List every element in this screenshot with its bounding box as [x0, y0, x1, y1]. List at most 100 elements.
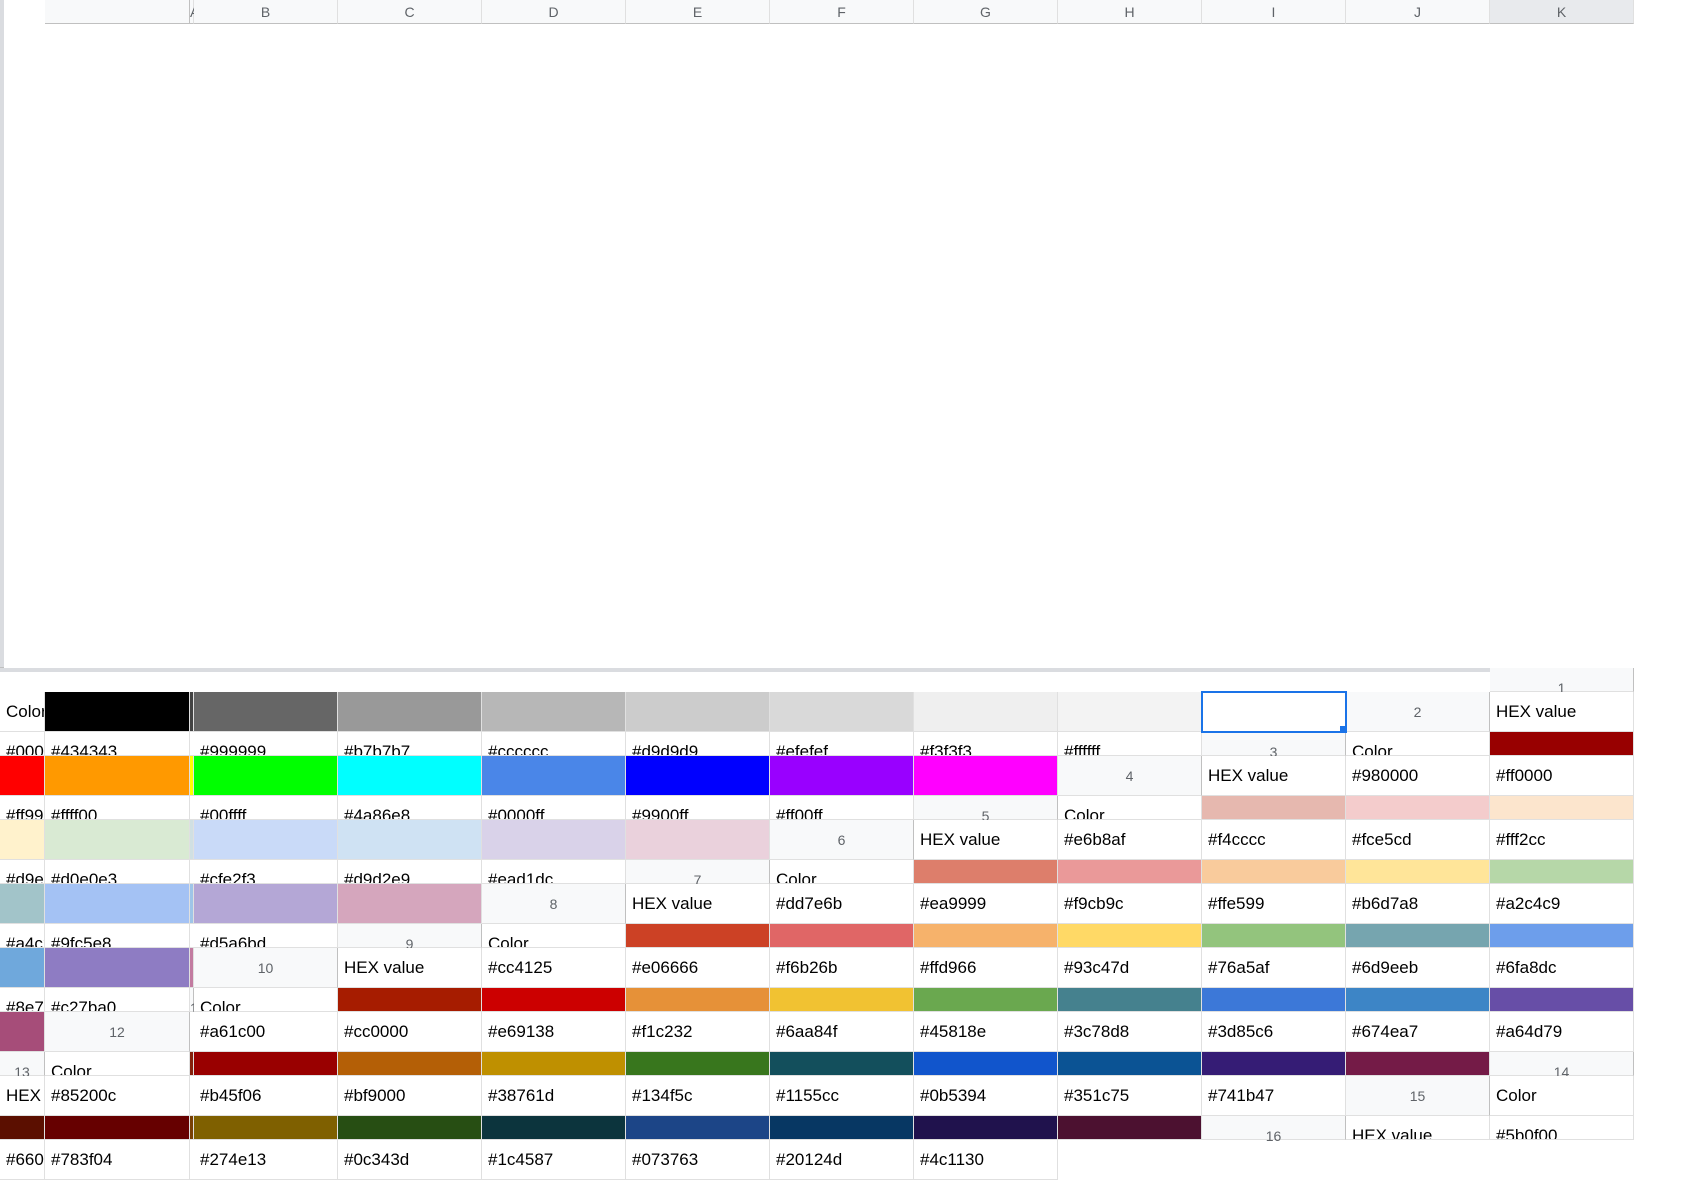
cell-D8[interactable]: #f9cb9c [1058, 884, 1202, 924]
cell-K15[interactable] [1058, 1116, 1202, 1140]
cell-J9[interactable] [45, 948, 190, 988]
cell-H9[interactable] [1490, 924, 1634, 948]
cell-G1[interactable] [626, 692, 770, 732]
cell-G15[interactable] [482, 1116, 626, 1140]
cell-E10[interactable]: #ffd966 [914, 948, 1058, 988]
cell-C13[interactable] [194, 1052, 338, 1076]
cell-H4[interactable]: #4a86e8 [338, 796, 482, 820]
row-header-15[interactable]: 15 [1346, 1076, 1490, 1116]
cell-C15[interactable] [45, 1116, 190, 1140]
cell-E8[interactable]: #ffe599 [1202, 884, 1346, 924]
spreadsheet-grid[interactable]: ABCDEFGHIJK1Color2HEX value#000000#43434… [0, 0, 1692, 1180]
cell-E11[interactable] [770, 988, 914, 1012]
cell-A11[interactable]: Color [194, 988, 338, 1012]
cell-G9[interactable] [1346, 924, 1490, 948]
cell-C3[interactable] [0, 756, 45, 796]
cell-F15[interactable] [338, 1116, 482, 1140]
cell-K6[interactable]: #ead1dc [482, 860, 626, 884]
cell-H16[interactable]: #1c4587 [482, 1140, 626, 1180]
cell-H13[interactable] [914, 1052, 1058, 1076]
cell-J16[interactable]: #20124d [770, 1140, 914, 1180]
cell-G3[interactable] [338, 756, 482, 796]
row-header-6[interactable]: 6 [770, 820, 914, 860]
cell-C8[interactable]: #ea9999 [914, 884, 1058, 924]
cell-F14[interactable]: #38761d [482, 1076, 626, 1116]
cell-B6[interactable]: #e6b8af [1058, 820, 1202, 860]
cell-K5[interactable] [626, 820, 770, 860]
cell-C16[interactable]: #660000 [0, 1140, 45, 1180]
cell-A10[interactable]: HEX value [338, 948, 482, 988]
cell-I14[interactable]: #0b5394 [914, 1076, 1058, 1116]
cell-A1[interactable]: Color [0, 692, 45, 732]
row-header-16[interactable]: 16 [1202, 1116, 1346, 1140]
cell-D4[interactable]: #ff9900 [0, 796, 45, 820]
cell-D10[interactable]: #f6b26b [770, 948, 914, 988]
cell-J14[interactable]: #351c75 [1058, 1076, 1202, 1116]
cell-I1[interactable] [914, 692, 1058, 732]
cell-K11[interactable] [0, 1012, 45, 1052]
cell-I13[interactable] [1058, 1052, 1202, 1076]
cell-G4[interactable]: #00ffff [194, 796, 338, 820]
cell-B12[interactable]: #a61c00 [194, 1012, 338, 1052]
cell-D5[interactable] [1490, 796, 1634, 820]
cell-E1[interactable] [338, 692, 482, 732]
row-header-3[interactable]: 3 [1202, 732, 1346, 756]
cell-G2[interactable]: #cccccc [482, 732, 626, 756]
cell-K7[interactable] [338, 884, 482, 924]
cell-F13[interactable] [626, 1052, 770, 1076]
cell-B7[interactable] [914, 860, 1058, 884]
cell-D7[interactable] [1202, 860, 1346, 884]
cell-G13[interactable] [770, 1052, 914, 1076]
cell-D9[interactable] [914, 924, 1058, 948]
cell-K4[interactable]: #ff00ff [770, 796, 914, 820]
cell-K8[interactable]: #d5a6bd [194, 924, 338, 948]
cell-K12[interactable]: #a64d79 [1490, 1012, 1634, 1052]
cell-B14[interactable]: #85200c [45, 1076, 190, 1116]
cell-A14[interactable]: HEX value [0, 1076, 45, 1116]
cell-J10[interactable]: #8e7cc3 [0, 988, 45, 1012]
cell-A9[interactable]: Color [482, 924, 626, 948]
cell-C11[interactable] [482, 988, 626, 1012]
row-header-10[interactable]: 10 [194, 948, 338, 988]
cell-E4[interactable]: #ffff00 [45, 796, 190, 820]
cell-J13[interactable] [1202, 1052, 1346, 1076]
cell-A6[interactable]: HEX value [914, 820, 1058, 860]
cell-I9[interactable] [0, 948, 45, 988]
cell-C10[interactable]: #e06666 [626, 948, 770, 988]
cell-G7[interactable] [0, 884, 45, 924]
cell-J1[interactable] [1058, 692, 1202, 732]
column-header-E[interactable]: E [626, 0, 770, 24]
column-header-K[interactable]: K [1490, 0, 1634, 24]
cell-I15[interactable] [770, 1116, 914, 1140]
cell-F3[interactable] [194, 756, 338, 796]
cell-A15[interactable]: Color [1490, 1076, 1634, 1116]
cell-H11[interactable] [1202, 988, 1346, 1012]
cell-B10[interactable]: #cc4125 [482, 948, 626, 988]
cell-F5[interactable] [45, 820, 190, 860]
column-header-G[interactable]: G [914, 0, 1058, 24]
cell-I12[interactable]: #3d85c6 [1202, 1012, 1346, 1052]
cell-B16[interactable]: #5b0f00 [1490, 1116, 1634, 1140]
cell-I16[interactable]: #073763 [626, 1140, 770, 1180]
cell-K3[interactable] [914, 756, 1058, 796]
cell-H7[interactable] [45, 884, 190, 924]
cell-G6[interactable]: #d0e0e3 [45, 860, 190, 884]
cell-E9[interactable] [1058, 924, 1202, 948]
cell-A4[interactable]: HEX value [1202, 756, 1346, 796]
cell-I3[interactable] [626, 756, 770, 796]
cell-A13[interactable]: Color [45, 1052, 190, 1076]
cell-K9[interactable] [190, 948, 194, 988]
cell-C9[interactable] [770, 924, 914, 948]
row-header-4[interactable]: 4 [1058, 756, 1202, 796]
cell-A2[interactable]: HEX value [1490, 692, 1634, 732]
cell-C2[interactable]: #434343 [45, 732, 190, 756]
cell-F7[interactable] [1490, 860, 1634, 884]
cell-K10[interactable]: #c27ba0 [45, 988, 190, 1012]
row-header-8[interactable]: 8 [482, 884, 626, 924]
cell-H3[interactable] [482, 756, 626, 796]
cell-I5[interactable] [338, 820, 482, 860]
row-header-13[interactable]: 13 [0, 1052, 45, 1076]
cell-F11[interactable] [914, 988, 1058, 1012]
cell-K13[interactable] [1346, 1052, 1490, 1076]
cell-B5[interactable] [1202, 796, 1346, 820]
